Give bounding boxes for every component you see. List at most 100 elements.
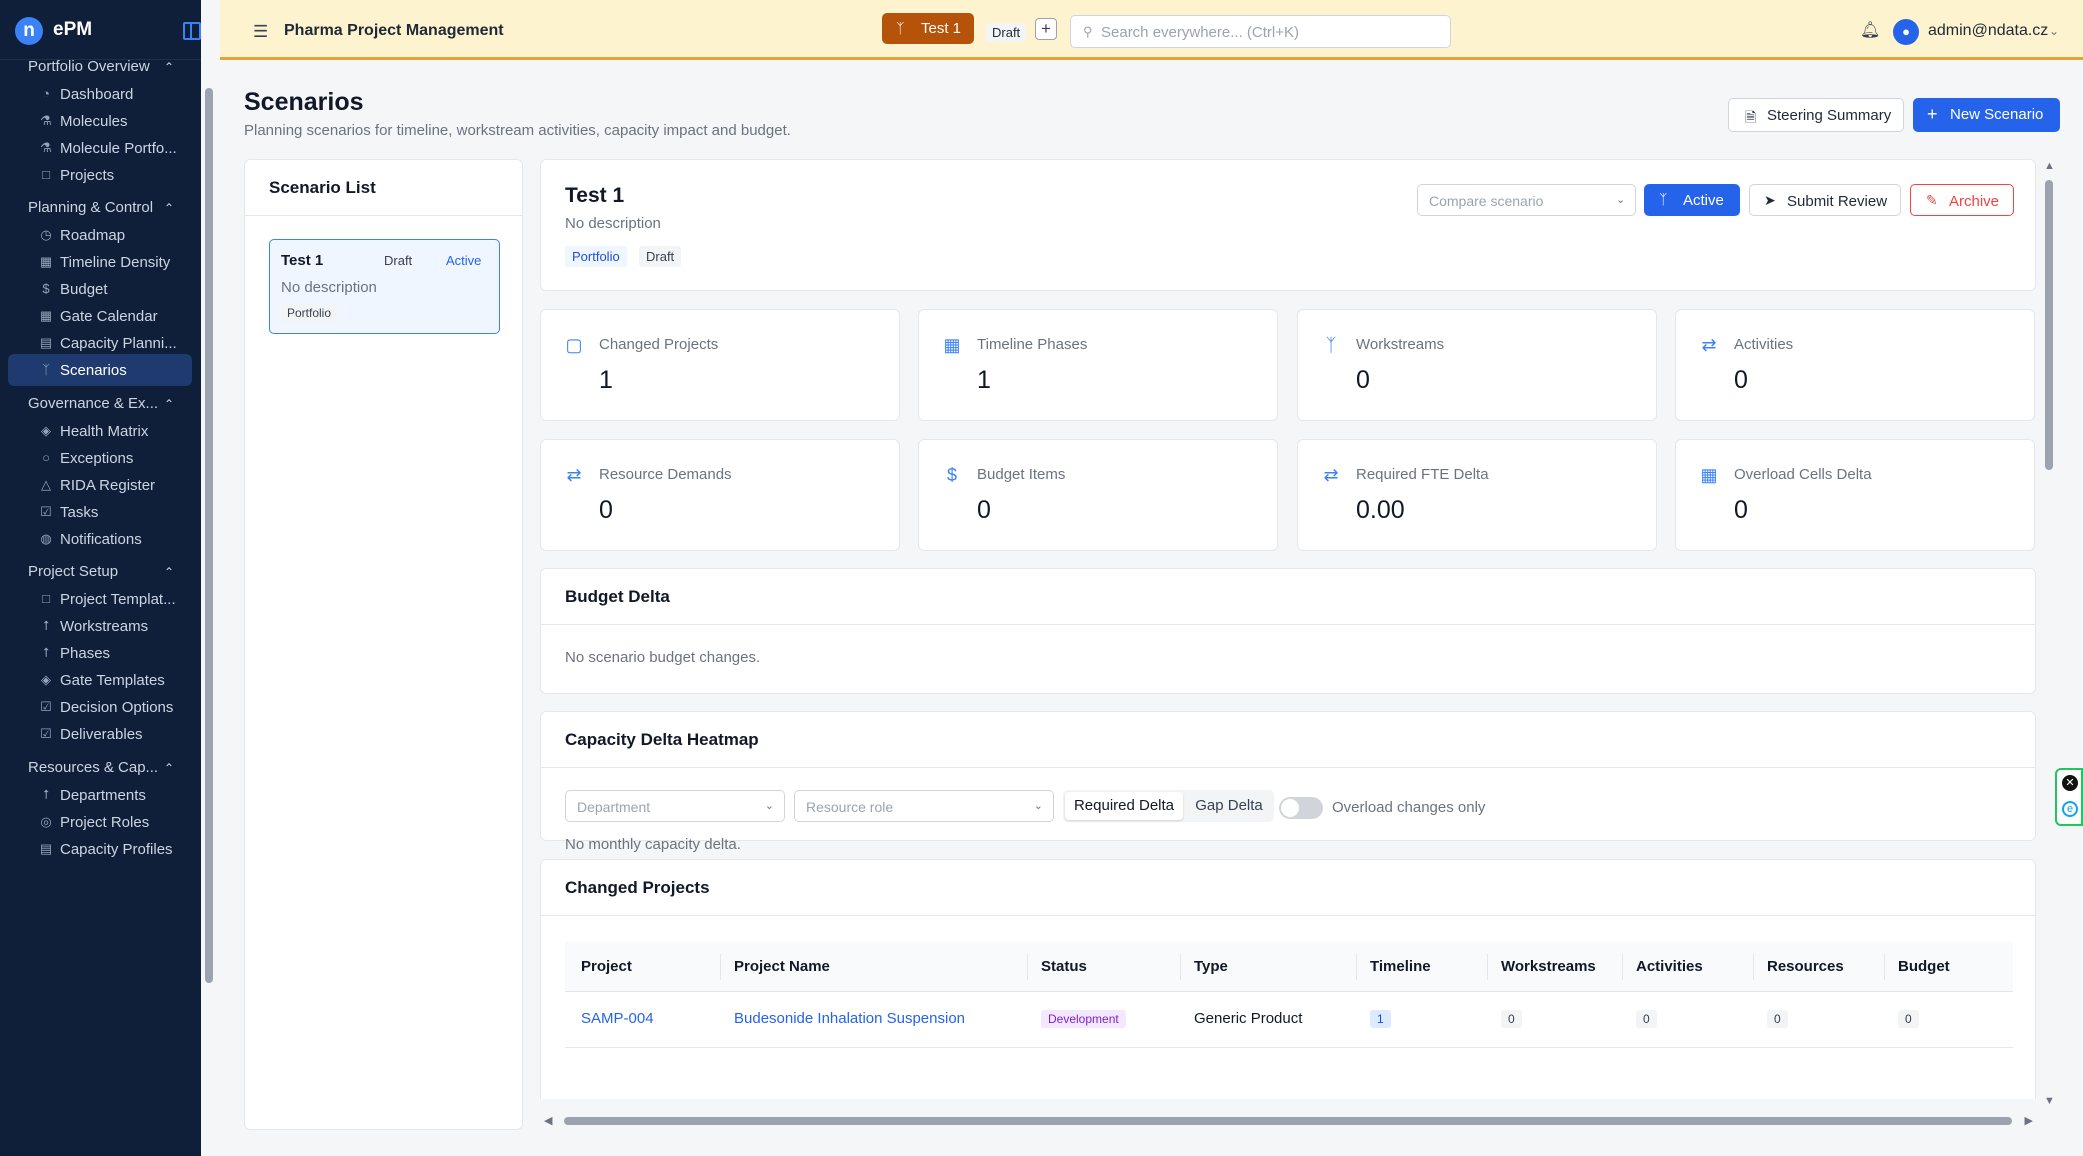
sidebar-scrollbar[interactable] bbox=[204, 68, 214, 1148]
search-input[interactable]: ⚲ Search everywhere... (Ctrl+K) bbox=[1070, 15, 1451, 48]
scenario-state-badge: Active bbox=[446, 253, 482, 268]
sidebar-item-projects[interactable]: □ Projects bbox=[8, 159, 192, 191]
scenario-status-badge: Draft bbox=[384, 253, 413, 268]
menu-icon[interactable]: ☰ bbox=[253, 22, 268, 42]
column-header[interactable]: Project bbox=[581, 958, 632, 975]
chevron-down-icon[interactable]: ⌄ bbox=[2049, 24, 2059, 38]
nav-group-2[interactable]: Governance & Ex... ⌃ bbox=[28, 395, 174, 412]
resource-role-select[interactable]: Resource role ⌄ bbox=[794, 790, 1054, 822]
scroll-up-icon[interactable]: ▲ bbox=[2044, 160, 2055, 172]
compare-scenario-select[interactable]: Compare scenario ⌄ bbox=[1417, 184, 1636, 216]
archive-button[interactable]: ✎ Archive bbox=[1910, 184, 2014, 216]
extension-icon[interactable]: e bbox=[2062, 801, 2078, 817]
vertical-scrollbar[interactable]: ▲ ▼ bbox=[2040, 160, 2058, 1110]
sidebar-item-label: Budget bbox=[60, 281, 108, 298]
extension-widget: ✕ e bbox=[2055, 768, 2083, 826]
dollar-icon: $ bbox=[946, 465, 957, 485]
app-name: ePM bbox=[53, 19, 93, 40]
cell-resources: 0 bbox=[1767, 1010, 1788, 1028]
collapse-sidebar-icon[interactable] bbox=[183, 22, 201, 40]
divider bbox=[541, 915, 2035, 916]
horizontal-scrollbar-thumb[interactable] bbox=[564, 1117, 2012, 1125]
column-header[interactable]: Status bbox=[1041, 958, 1087, 975]
sidebar-item-label: Projects bbox=[60, 167, 115, 184]
chevron-up-icon[interactable]: ⌃ bbox=[164, 201, 174, 215]
chevron-up-icon[interactable]: ⌃ bbox=[164, 761, 174, 775]
stat-value: 0 bbox=[1734, 366, 1748, 394]
column-header[interactable]: Budget bbox=[1898, 958, 1950, 975]
nav-group-label: Portfolio Overview bbox=[28, 60, 150, 75]
stat-card: ᛉ Workstreams 0 bbox=[1297, 309, 1657, 421]
sidebar-item-capacity-profiles[interactable]: ▤ Capacity Profiles bbox=[8, 833, 192, 865]
column-divider bbox=[1487, 954, 1488, 980]
stat-value: 0 bbox=[599, 496, 613, 524]
overload-only-switch[interactable] bbox=[1279, 797, 1323, 819]
repeat-icon: ⇄ bbox=[566, 465, 582, 485]
scroll-left-icon[interactable]: ◀ bbox=[544, 1114, 552, 1127]
active-button[interactable]: ᛉ Active bbox=[1644, 184, 1740, 216]
chevron-up-icon[interactable]: ⌃ bbox=[164, 60, 174, 74]
sidebar-item-label: Molecule Portfo... bbox=[60, 140, 177, 157]
vertical-scrollbar-thumb[interactable] bbox=[2045, 180, 2053, 470]
scenario-tag: Portfolio bbox=[281, 304, 338, 322]
department-select[interactable]: Department ⌄ bbox=[565, 790, 785, 822]
page-subtitle: Planning scenarios for timeline, workstr… bbox=[244, 122, 791, 139]
search-icon: ⚲ bbox=[1083, 24, 1093, 39]
table-row[interactable]: SAMP-004 Budesonide Inhalation Suspension… bbox=[565, 992, 2013, 1048]
nav-group-3[interactable]: Project Setup ⌃ bbox=[28, 563, 174, 580]
chevron-up-icon[interactable]: ⌃ bbox=[164, 397, 174, 411]
required-delta-tab[interactable]: Required Delta bbox=[1065, 792, 1183, 820]
sidebar-item-scenarios[interactable]: ᛉ Scenarios bbox=[8, 354, 192, 386]
horizontal-scrollbar[interactable]: ◀ ▶ bbox=[540, 1112, 2037, 1130]
user-avatar-icon[interactable]: ● bbox=[1893, 19, 1919, 45]
submit-review-label: Submit Review bbox=[1787, 193, 1888, 210]
column-header[interactable]: Type bbox=[1194, 958, 1228, 975]
nav-group-0[interactable]: Portfolio Overview ⌃ bbox=[28, 60, 174, 75]
stat-label: Changed Projects bbox=[599, 336, 719, 353]
sidebar-item-deliverables[interactable]: ☑ Deliverables bbox=[8, 718, 192, 750]
submit-review-button[interactable]: ➤ Submit Review bbox=[1749, 184, 1901, 216]
bell-icon[interactable]: 🔔︎ bbox=[1860, 20, 1880, 40]
column-header[interactable]: Resources bbox=[1767, 958, 1844, 975]
column-header[interactable]: Activities bbox=[1636, 958, 1703, 975]
app-title: Pharma Project Management bbox=[284, 22, 504, 39]
scroll-down-icon[interactable]: ▼ bbox=[2044, 1095, 2055, 1107]
sidebar-item-label: Project Templat... bbox=[60, 591, 176, 608]
dollar-icon: $ bbox=[42, 281, 50, 296]
scenario-list-item[interactable]: Test 1 Draft Active No description Portf… bbox=[269, 239, 500, 334]
sidebar-scrollbar-thumb[interactable] bbox=[205, 88, 213, 983]
sidebar-item-label: Molecules bbox=[60, 113, 128, 130]
stat-value: 0 bbox=[1356, 366, 1370, 394]
column-header[interactable]: Project Name bbox=[734, 958, 830, 975]
scroll-right-icon[interactable]: ▶ bbox=[2025, 1114, 2033, 1127]
column-header[interactable]: Timeline bbox=[1370, 958, 1431, 975]
stat-card: ⇄ Resource Demands 0 bbox=[540, 439, 900, 551]
nav-group-4[interactable]: Resources & Cap... ⌃ bbox=[28, 759, 174, 776]
document-icon: 🗎︎ bbox=[1745, 109, 1757, 125]
calendar-icon: ▦ bbox=[1700, 465, 1718, 485]
steering-summary-button[interactable]: 🗎︎ Steering Summary bbox=[1728, 98, 1904, 132]
current-scenario-button[interactable]: ᛉ Test 1 bbox=[882, 13, 974, 44]
sidebar-item-notifications[interactable]: ◍ Notifications bbox=[8, 523, 192, 555]
column-header[interactable]: Workstreams bbox=[1501, 958, 1596, 975]
chevron-up-icon[interactable]: ⌃ bbox=[164, 565, 174, 579]
nav-group-1[interactable]: Planning & Control ⌃ bbox=[28, 199, 174, 216]
divider bbox=[541, 767, 2035, 768]
gap-delta-tab[interactable]: Gap Delta bbox=[1187, 792, 1271, 820]
cell-project[interactable]: SAMP-004 bbox=[581, 1010, 654, 1027]
plus-icon: + bbox=[1927, 104, 1938, 124]
flask-icon: ⚗ bbox=[40, 140, 52, 155]
nav-group-label: Governance & Ex... bbox=[28, 395, 159, 412]
cell-name[interactable]: Budesonide Inhalation Suspension bbox=[734, 1010, 965, 1027]
user-name[interactable]: admin@ndata.cz bbox=[1928, 22, 2048, 40]
capacity-heatmap-title: Capacity Delta Heatmap bbox=[565, 730, 759, 749]
capacity-heatmap-card: Capacity Delta Heatmap Department ⌄ Reso… bbox=[540, 711, 2036, 853]
chevron-down-icon: ⌄ bbox=[1616, 194, 1626, 206]
repeat-icon: ⇄ bbox=[1701, 335, 1717, 355]
checkbox-icon: ☑ bbox=[40, 726, 52, 741]
pencil-icon: ✎ bbox=[1926, 192, 1938, 208]
new-scenario-button[interactable]: + New Scenario bbox=[1913, 98, 2060, 132]
add-scenario-button[interactable]: + bbox=[1035, 18, 1057, 40]
circle-icon: ○ bbox=[42, 450, 50, 465]
close-icon[interactable]: ✕ bbox=[2062, 775, 2078, 791]
